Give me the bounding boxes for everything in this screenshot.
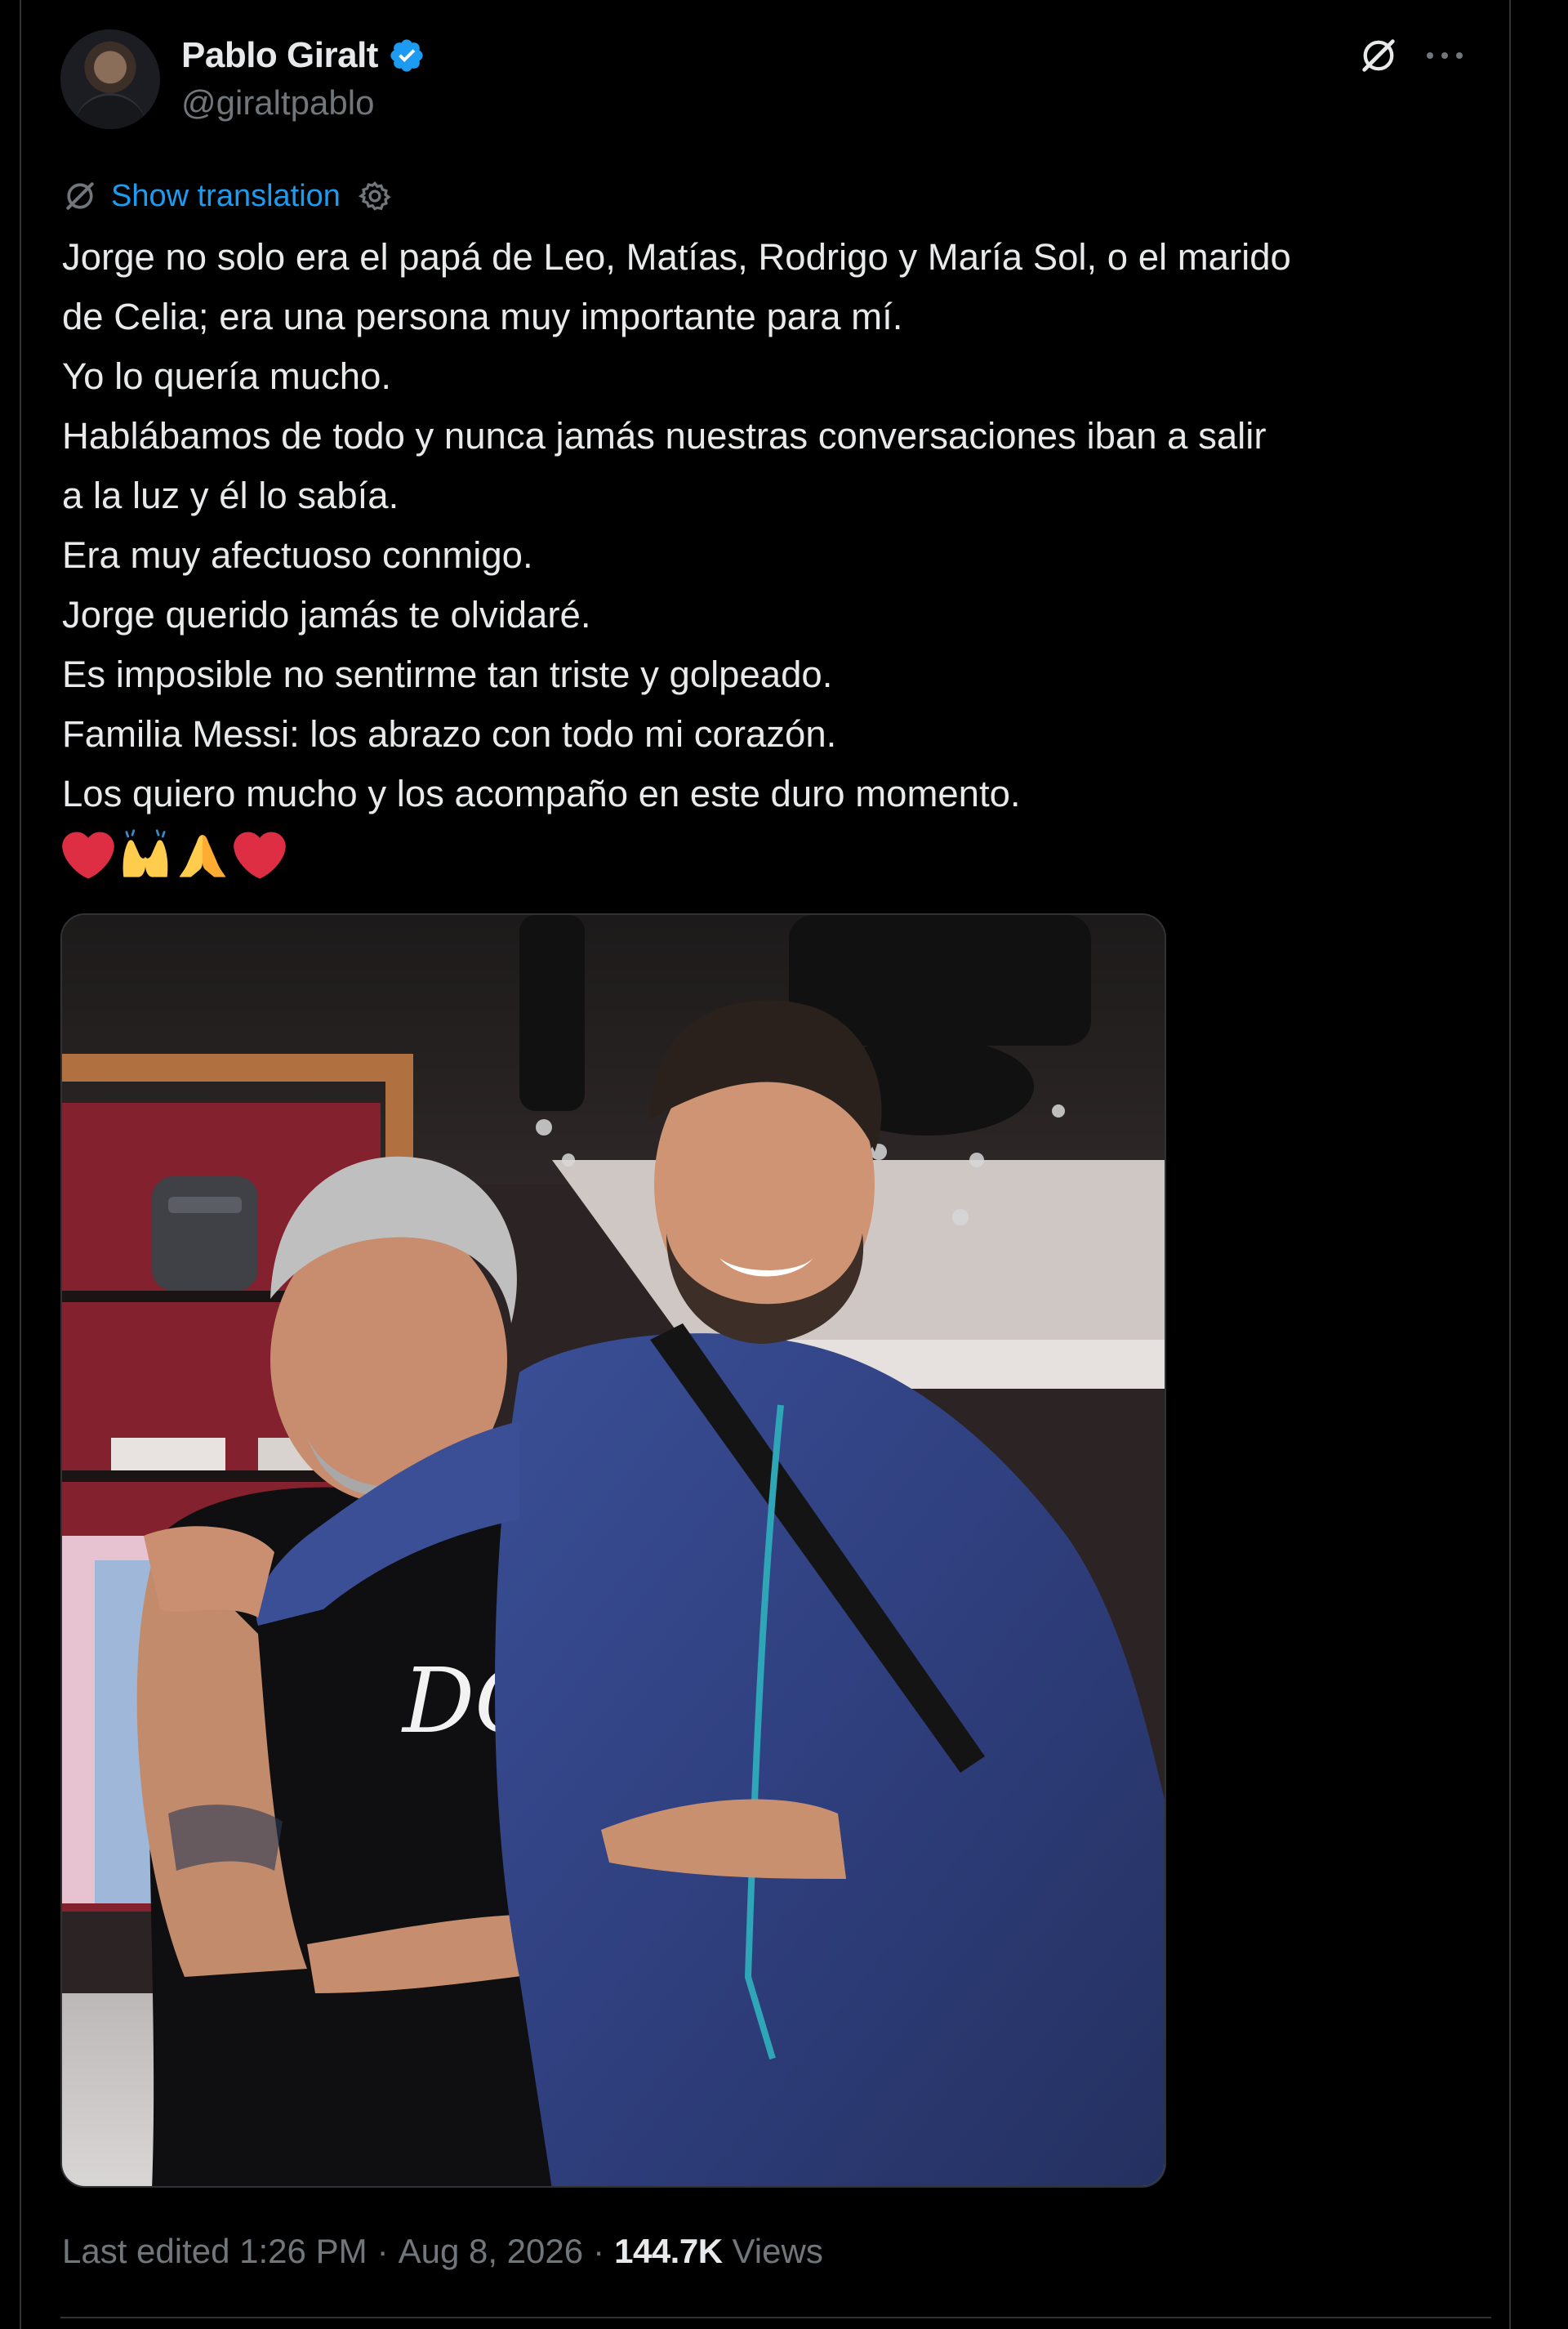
grok-translate-icon — [66, 182, 94, 210]
red-heart-icon — [234, 832, 286, 879]
red-heart-icon — [62, 832, 114, 879]
tweet-meta: Last edited 1:26 PM · Aug 8, 2026 · 144.… — [62, 2227, 823, 2276]
edited-time[interactable]: Last edited 1:26 PM — [62, 2232, 368, 2271]
tweet-photo[interactable]: DG — [60, 913, 1166, 2188]
photo-illustration: DG — [62, 915, 1165, 2186]
divider — [60, 2317, 1491, 2318]
emoji-row — [62, 827, 286, 884]
dot — [1441, 52, 1448, 59]
dot — [1427, 52, 1433, 59]
avatar-figure — [74, 93, 147, 129]
views-label: Views — [732, 2232, 823, 2270]
tweet-line: a la luz y él lo sabía. — [62, 475, 399, 516]
meta-separator: · — [376, 2232, 389, 2270]
views-count: 144.7K — [614, 2232, 723, 2270]
translation-row: Show translation — [62, 175, 393, 217]
tweet-line: Jorge querido jamás te olvidaré. — [62, 594, 591, 636]
dot — [1456, 52, 1463, 59]
tweet-line: de Celia; era una persona muy importante… — [62, 296, 903, 337]
author-handle[interactable]: @giraltpablo — [181, 83, 374, 123]
author-name-row: Pablo Giralt — [181, 31, 425, 80]
tweet-line: Jorge no solo era el papá de Leo, Matías… — [62, 236, 1291, 278]
verified-badge-icon — [390, 39, 423, 72]
show-translation-link[interactable]: Show translation — [111, 179, 341, 214]
meta-separator: · — [593, 2232, 605, 2270]
settings-gear-icon[interactable] — [357, 178, 393, 214]
tweet-line: Yo lo quería mucho. — [62, 355, 392, 397]
avatar[interactable] — [60, 29, 160, 129]
grok-icon[interactable] — [1357, 34, 1400, 77]
folded-hands-icon — [179, 835, 226, 877]
tweet-line: Era muy afectuoso conmigo. — [62, 534, 533, 576]
tweet-line: Es imposible no sentirme tan triste y go… — [62, 654, 833, 695]
tweet-line: Familia Messi: los abrazo con todo mi co… — [62, 713, 837, 755]
tweet-line: Los quiero mucho y los acompaño en este … — [62, 773, 1021, 814]
raising-hands-icon — [122, 829, 168, 877]
tweet-line: Hablábamos de todo y nunca jamás nuestra… — [62, 415, 1267, 457]
author-name[interactable]: Pablo Giralt — [181, 35, 378, 76]
tweet-text: Jorge no solo era el papá de Leo, Matías… — [62, 227, 1491, 823]
post-date[interactable]: Aug 8, 2026 — [399, 2232, 584, 2271]
more-horizontal-icon[interactable] — [1424, 38, 1465, 74]
